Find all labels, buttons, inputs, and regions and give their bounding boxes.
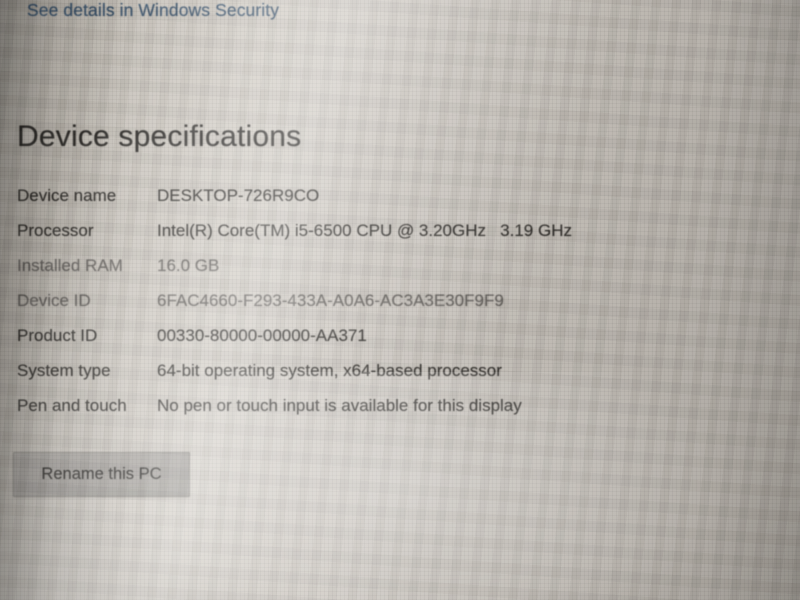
- spec-value: DESKTOP-726R9CO: [157, 186, 320, 205]
- page-title: Device specifications: [17, 120, 302, 153]
- settings-about-panel: See details in Windows Security Device s…: [0, 0, 800, 600]
- spec-label: System type: [17, 361, 111, 380]
- spec-label: Device ID: [17, 291, 91, 310]
- spec-row-installed-ram: Installed RAM 16.0 GB: [0, 256, 720, 291]
- windows-security-details-link[interactable]: See details in Windows Security: [27, 0, 279, 20]
- spec-value: 6FAC4660-F293-433A-A0A6-AC3A3E30F9F9: [157, 291, 504, 310]
- rename-this-pc-button[interactable]: Rename this PC: [13, 452, 190, 497]
- spec-label: Pen and touch: [17, 396, 127, 415]
- spec-label: Installed RAM: [17, 256, 123, 275]
- spec-row-system-type: System type 64-bit operating system, x64…: [0, 361, 720, 396]
- spec-value: Intel(R) Core(TM) i5-6500 CPU @ 3.20GHz …: [157, 221, 572, 240]
- spec-value: No pen or touch input is available for t…: [157, 396, 522, 415]
- security-link-row: See details in Windows Security: [27, 0, 279, 21]
- spec-row-device-name: Device name DESKTOP-726R9CO: [0, 186, 720, 221]
- spec-row-pen-and-touch: Pen and touch No pen or touch input is a…: [0, 396, 720, 431]
- spec-row-product-id: Product ID 00330-80000-00000-AA371: [0, 326, 720, 361]
- spec-value: 00330-80000-00000-AA371: [157, 326, 367, 345]
- spec-label: Processor: [17, 221, 94, 240]
- device-specifications-table: Device name DESKTOP-726R9CO Processor In…: [0, 186, 720, 431]
- spec-label: Product ID: [17, 326, 98, 345]
- spec-value: 64-bit operating system, x64-based proce…: [157, 361, 502, 380]
- spec-value: 16.0 GB: [157, 256, 220, 275]
- spec-row-processor: Processor Intel(R) Core(TM) i5-6500 CPU …: [0, 221, 720, 256]
- spec-label: Device name: [17, 186, 117, 205]
- device-specifications-photo: See details in Windows Security Device s…: [0, 0, 800, 600]
- spec-row-device-id: Device ID 6FAC4660-F293-433A-A0A6-AC3A3E…: [0, 291, 720, 326]
